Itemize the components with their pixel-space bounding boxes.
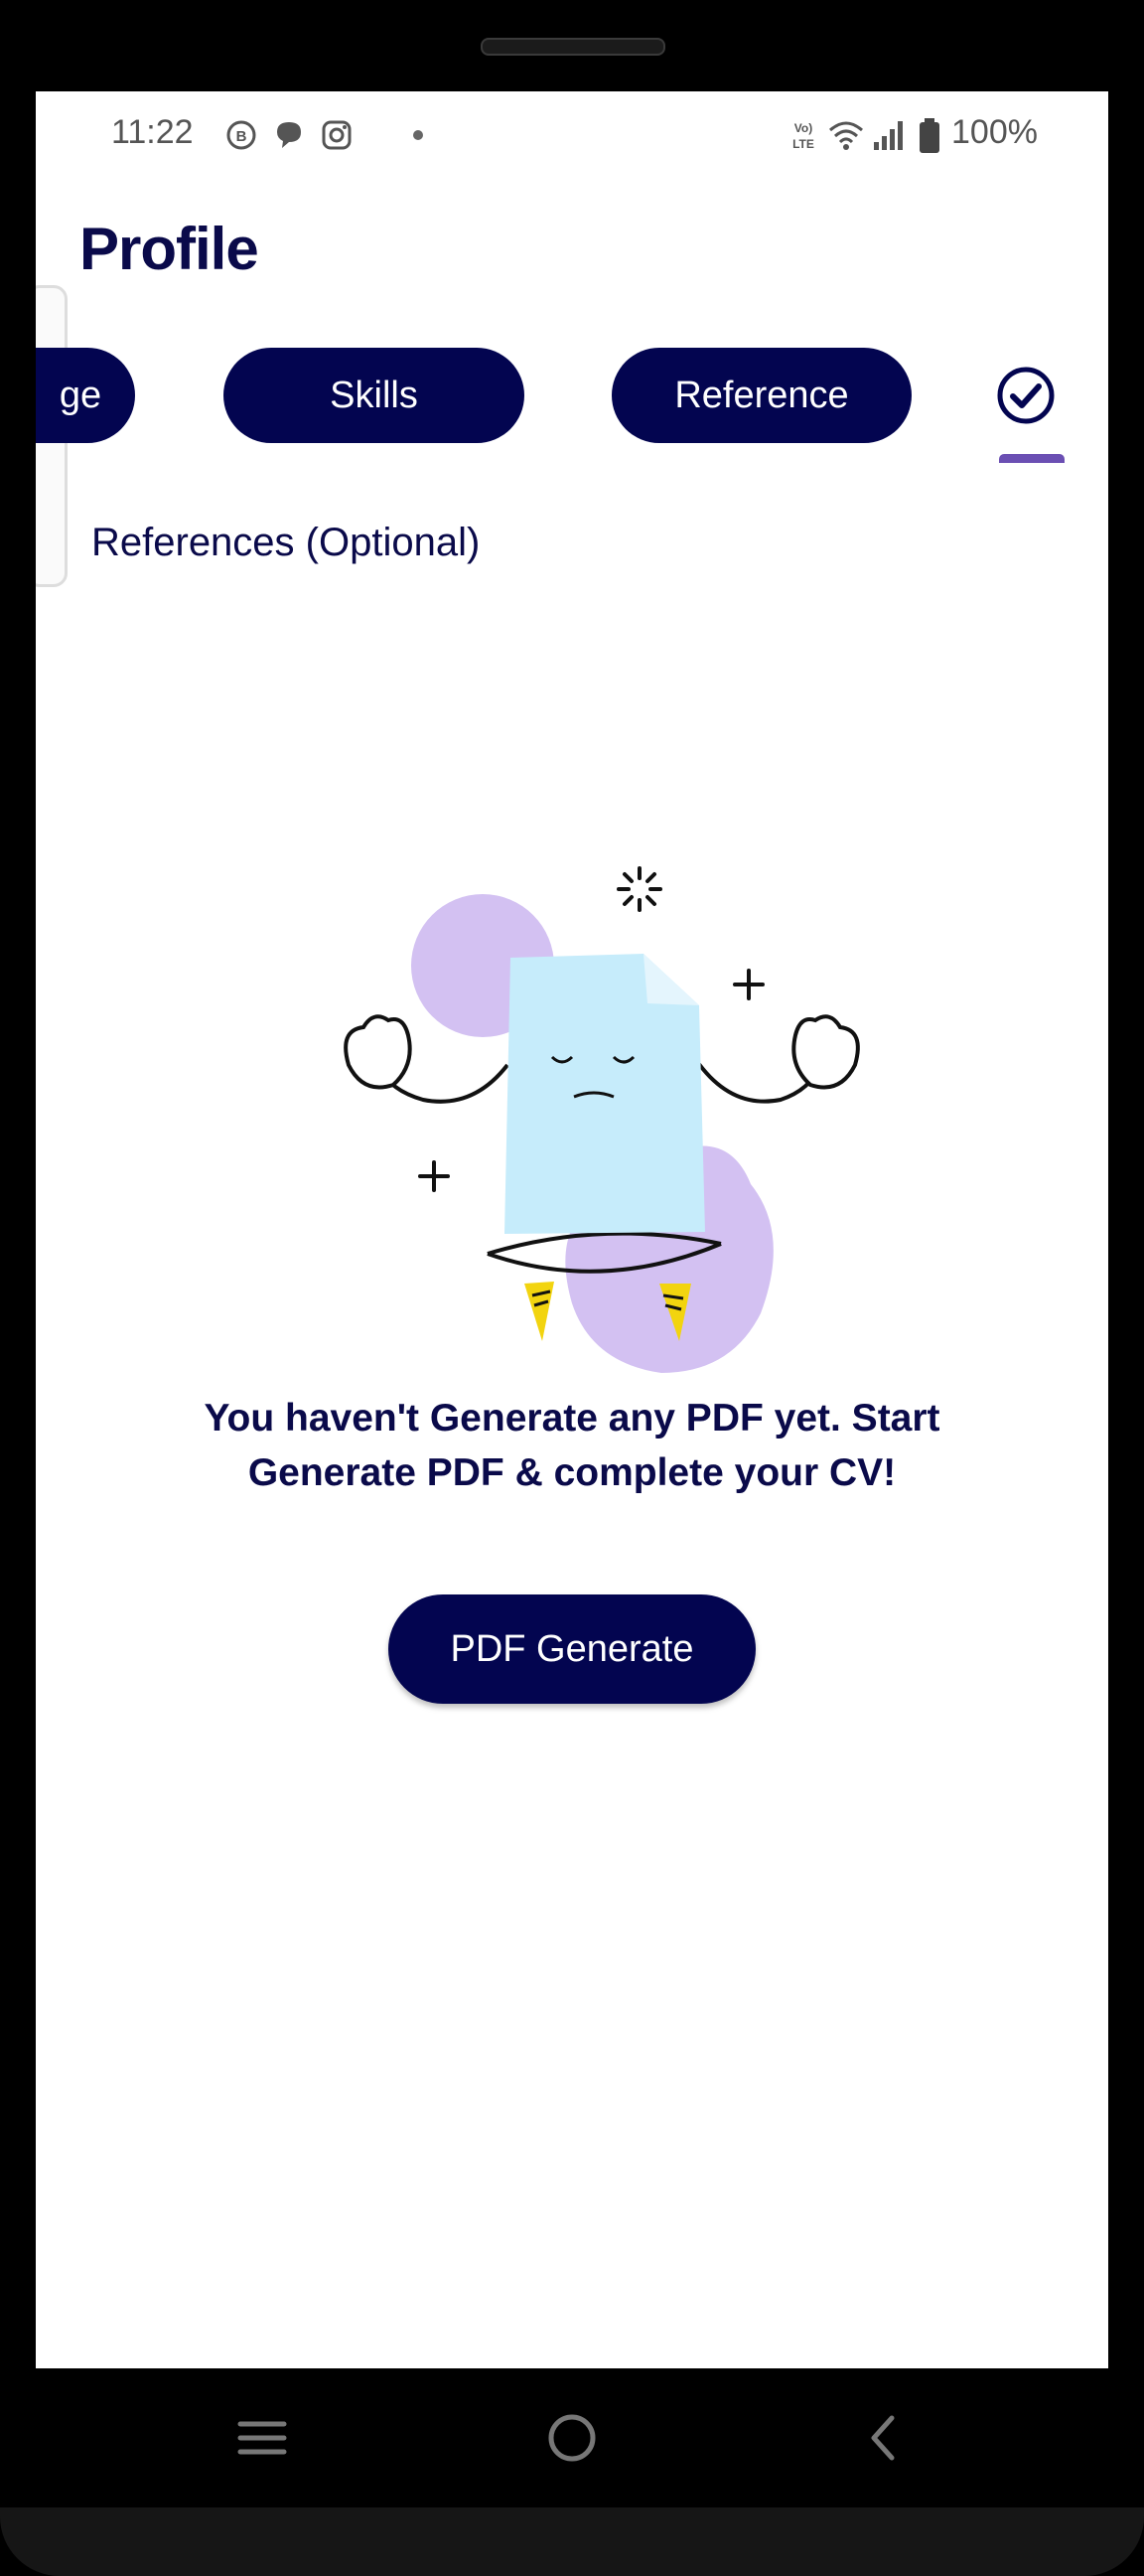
empty-state-line-2: Generate PDF & complete your CV! (247, 1451, 897, 1494)
svg-text:LTE: LTE (792, 137, 814, 151)
empty-state-line-1: You haven't Generate any PDF yet. Start (204, 1397, 940, 1440)
app-screen: 11:22 B Vo) LTE 100% Profile ge Skills R… (36, 91, 1108, 2368)
home-icon[interactable] (544, 2410, 600, 2466)
empty-state-message: You haven't Generate any PDF yet. Start … (135, 1391, 1009, 1500)
battery-percent: 100% (951, 113, 1038, 151)
earpiece-speaker (481, 38, 665, 56)
system-navigation-bar (0, 2368, 1144, 2507)
tab-skills[interactable]: Skills (223, 348, 524, 443)
battery-icon (920, 118, 939, 153)
svg-text:Vo): Vo) (794, 121, 812, 135)
section-title: References (Optional) (91, 521, 481, 564)
tab-reference[interactable]: Reference (612, 348, 912, 443)
message-icon (277, 122, 301, 148)
wifi-icon (829, 121, 863, 150)
device-chin (0, 2507, 1144, 2576)
active-tab-indicator (999, 454, 1065, 463)
dot-icon (413, 130, 423, 140)
svg-text:B: B (236, 128, 247, 145)
device-frame: 11:22 B Vo) LTE 100% Profile ge Skills R… (0, 0, 1144, 2576)
check-circle-icon (997, 367, 1055, 424)
tab-language[interactable]: ge (36, 348, 135, 443)
recent-apps-icon[interactable] (234, 2410, 290, 2466)
status-time: 11:22 (111, 113, 194, 151)
tab-label: Reference (674, 374, 849, 416)
tab-label: ge (59, 374, 102, 416)
tab-complete[interactable] (995, 365, 1057, 426)
tab-label: Skills (330, 374, 418, 416)
page-title: Profile (79, 216, 259, 282)
meditating-document-illustration (344, 866, 860, 1373)
status-bar: 11:22 B Vo) LTE 100% (36, 91, 1108, 183)
pdf-generate-label: PDF Generate (450, 1627, 694, 1670)
volte-icon: Vo) LTE (792, 121, 814, 151)
pdf-generate-button[interactable]: PDF Generate (388, 1594, 756, 1704)
back-icon[interactable] (856, 2410, 912, 2466)
signal-icon (874, 121, 903, 150)
business-chat-icon: B (226, 120, 256, 150)
instagram-icon (322, 120, 352, 150)
